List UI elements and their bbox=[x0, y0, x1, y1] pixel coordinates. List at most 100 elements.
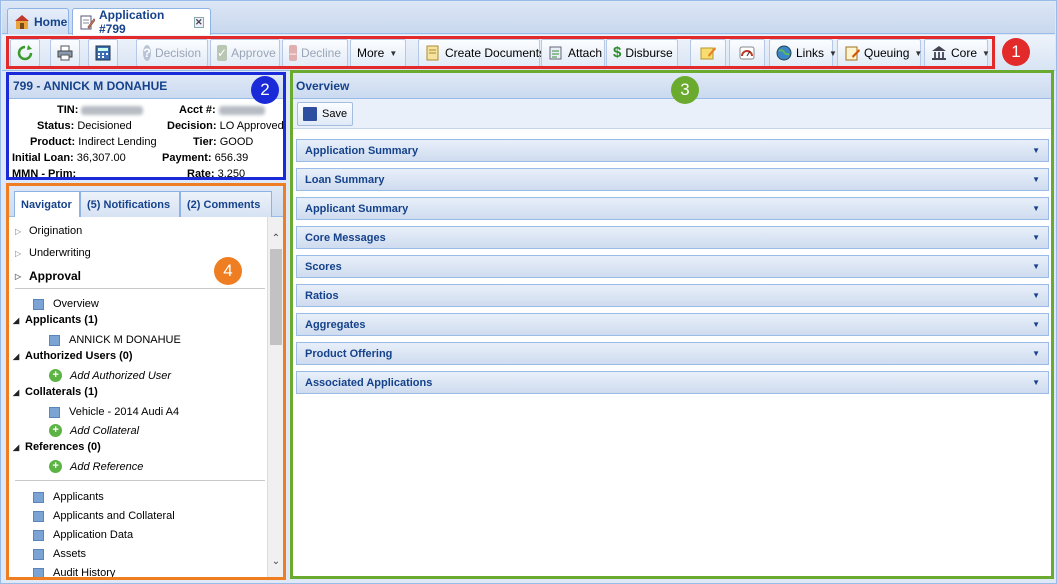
tree-overview[interactable]: Overview bbox=[33, 298, 99, 310]
callout-badge-2: 2 bbox=[251, 76, 279, 104]
chevron-down-icon: ▼ bbox=[1032, 175, 1040, 184]
applicants-header-label: Applicants (1) bbox=[25, 314, 98, 326]
section-applicant-summary[interactable]: Applicant Summary ▼ bbox=[296, 197, 1049, 220]
section-label: Associated Applications bbox=[305, 376, 433, 389]
initial-loan-row: Initial Loan: 36,307.00 bbox=[12, 152, 126, 164]
link-label: Applicants bbox=[53, 491, 104, 503]
add-reference-link[interactable]: + Add Reference bbox=[49, 460, 143, 473]
add-authorized-user-link[interactable]: + Add Authorized User bbox=[49, 369, 171, 382]
tier-row: Tier: GOOD bbox=[193, 136, 253, 148]
node-icon bbox=[33, 491, 44, 503]
node-icon bbox=[33, 548, 44, 560]
acct-row: Acct #: bbox=[179, 104, 265, 116]
tab-notifications[interactable]: (5) Notifications bbox=[80, 191, 180, 217]
chevron-down-icon: ▼ bbox=[1032, 204, 1040, 213]
callout-badge-1: 1 bbox=[1002, 38, 1030, 66]
tree-underwriting[interactable]: ▷ Underwriting bbox=[15, 247, 91, 259]
tab-comments[interactable]: (2) Comments bbox=[180, 191, 272, 217]
status-value: Decisioned bbox=[77, 120, 132, 132]
scroll-up-icon[interactable]: ⌃ bbox=[268, 233, 284, 244]
expand-arrow-icon: ▷ bbox=[15, 271, 22, 281]
node-icon bbox=[33, 529, 44, 541]
collapse-arrow-icon: ◢ bbox=[13, 351, 20, 361]
tab-home[interactable]: Home bbox=[7, 8, 69, 34]
authorized-header-label: Authorized Users (0) bbox=[25, 350, 133, 362]
toolbar-highlight-box bbox=[6, 36, 995, 69]
acct-label: Acct #: bbox=[179, 104, 216, 116]
tin-label: TIN: bbox=[57, 104, 79, 116]
section-label: Ratios bbox=[305, 289, 339, 302]
references-header-label: References (0) bbox=[25, 441, 101, 453]
navigator-panel: Navigator (5) Notifications (2) Comments… bbox=[6, 183, 286, 580]
decision-value: LO Approved bbox=[219, 120, 284, 132]
tree-origination[interactable]: ▷ Origination bbox=[15, 225, 82, 237]
payment-row: Payment: 656.39 bbox=[162, 152, 248, 164]
section-ratios[interactable]: Ratios ▼ bbox=[296, 284, 1049, 307]
payment-value: 656.39 bbox=[214, 152, 249, 164]
section-application-summary[interactable]: Application Summary ▼ bbox=[296, 139, 1049, 162]
add-authorized-label: Add Authorized User bbox=[70, 369, 172, 382]
tier-value: GOOD bbox=[219, 136, 254, 148]
tree-link-assets[interactable]: Assets bbox=[33, 548, 86, 560]
section-aggregates[interactable]: Aggregates ▼ bbox=[296, 313, 1049, 336]
mmn-row: MMN - Prim: bbox=[12, 168, 76, 180]
section-scores[interactable]: Scores ▼ bbox=[296, 255, 1049, 278]
scroll-thumb[interactable] bbox=[270, 249, 282, 345]
section-associated-applications[interactable]: Associated Applications ▼ bbox=[296, 371, 1049, 394]
collapse-arrow-icon: ◢ bbox=[13, 387, 20, 397]
tree-references-header[interactable]: ◢ References (0) bbox=[13, 441, 101, 453]
home-icon bbox=[14, 14, 30, 30]
node-icon bbox=[33, 567, 44, 577]
section-loan-summary[interactable]: Loan Summary ▼ bbox=[296, 168, 1049, 191]
initial-loan-value: 36,307.00 bbox=[76, 152, 126, 164]
tree-link-application-data[interactable]: Application Data bbox=[33, 529, 133, 541]
tree-applicant[interactable]: ANNICK M DONAHUE bbox=[49, 334, 181, 346]
chevron-down-icon: ▼ bbox=[1032, 146, 1040, 155]
divider bbox=[15, 480, 265, 481]
collaterals-header-label: Collaterals (1) bbox=[25, 386, 98, 398]
app-window: Home Application #799 ✕ ? Decision ✓ App… bbox=[0, 0, 1057, 584]
add-collateral-label: Add Collateral bbox=[70, 424, 140, 437]
scroll-down-icon[interactable]: ⌄ bbox=[268, 556, 284, 567]
add-icon: + bbox=[49, 369, 62, 382]
tree-link-applicants[interactable]: Applicants bbox=[33, 491, 104, 503]
tree-authorized-header[interactable]: ◢ Authorized Users (0) bbox=[13, 350, 133, 362]
tier-label: Tier: bbox=[193, 136, 217, 148]
rate-value: 3.250 bbox=[217, 168, 246, 180]
save-button[interactable]: Save bbox=[297, 102, 354, 126]
section-label: Applicant Summary bbox=[305, 202, 409, 215]
navigator-scrollbar[interactable]: ⌃ ⌄ bbox=[267, 217, 283, 577]
product-row: Product: Indirect Lending bbox=[30, 136, 157, 148]
callout-badge-3: 3 bbox=[671, 76, 699, 104]
status-label: Status: bbox=[37, 120, 75, 132]
collapse-arrow-icon: ◢ bbox=[13, 442, 20, 452]
add-collateral-link[interactable]: + Add Collateral bbox=[49, 424, 139, 437]
expand-arrow-icon: ▷ bbox=[15, 226, 22, 236]
applicant-name-label: ANNICK M DONAHUE bbox=[69, 334, 181, 346]
tab-navigator[interactable]: Navigator bbox=[14, 191, 80, 217]
section-label: Loan Summary bbox=[305, 173, 385, 186]
tree-link-applicants-collateral[interactable]: Applicants and Collateral bbox=[33, 510, 175, 522]
tree-collateral-item[interactable]: Vehicle - 2014 Audi A4 bbox=[49, 406, 179, 418]
tree-approval[interactable]: ▷ Approval bbox=[15, 269, 81, 283]
underwriting-label: Underwriting bbox=[29, 247, 91, 259]
section-product-offering[interactable]: Product Offering ▼ bbox=[296, 342, 1049, 365]
tab-application[interactable]: Application #799 ✕ bbox=[72, 8, 211, 36]
chevron-down-icon: ▼ bbox=[1032, 349, 1040, 358]
chevron-down-icon: ▼ bbox=[1032, 291, 1040, 300]
tab-strip: Home Application #799 ✕ bbox=[2, 2, 1055, 36]
close-tab-icon[interactable]: ✕ bbox=[193, 16, 204, 28]
tree-applicants-header[interactable]: ◢ Applicants (1) bbox=[13, 314, 98, 326]
tree-collaterals-header[interactable]: ◢ Collaterals (1) bbox=[13, 386, 98, 398]
tin-row: TIN: bbox=[57, 104, 144, 116]
add-reference-label: Add Reference bbox=[70, 460, 144, 473]
section-core-messages[interactable]: Core Messages ▼ bbox=[296, 226, 1049, 249]
tree-link-audit-history[interactable]: Audit History bbox=[33, 567, 115, 577]
rate-row: Rate: 3.250 bbox=[187, 168, 245, 180]
overview-label: Overview bbox=[53, 298, 99, 310]
payment-label: Payment: bbox=[162, 152, 212, 164]
tab-home-label: Home bbox=[34, 14, 68, 29]
divider bbox=[15, 288, 265, 289]
link-label: Applicants and Collateral bbox=[53, 510, 175, 522]
add-icon: + bbox=[49, 424, 62, 437]
